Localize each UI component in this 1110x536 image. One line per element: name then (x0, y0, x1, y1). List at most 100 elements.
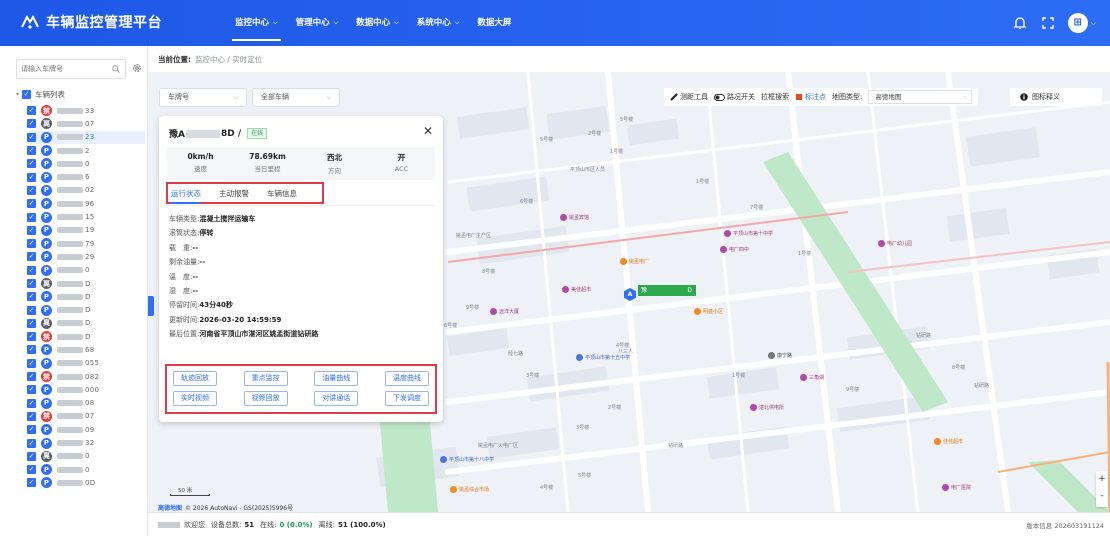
fullscreen-icon[interactable] (1040, 15, 1056, 31)
checkbox[interactable]: ✓ (27, 438, 36, 448)
map-poi[interactable]: 远洋大厦 (490, 308, 519, 315)
vehicle-list-item[interactable]: ✓ P 09 (27, 423, 145, 436)
checkbox[interactable]: ✓ (27, 451, 36, 461)
vehicle-list-item[interactable]: ✓ P 0 (27, 463, 145, 476)
nav-bigscreen[interactable]: 数据大屏 (468, 0, 520, 46)
range-select[interactable]: 全部车辆 ⌵ (252, 88, 340, 107)
vehicle-list-item[interactable]: ✓ P 055 (27, 357, 145, 370)
checkbox[interactable]: ✓ (27, 185, 36, 195)
ranging-tool[interactable]: 测距工具 (670, 92, 708, 102)
vehicle-list-item[interactable]: ✓ P 0 (27, 157, 145, 170)
checkbox[interactable]: ✓ (27, 372, 36, 382)
checkbox[interactable]: ✓ (27, 318, 36, 328)
zoom-in-button[interactable]: + (1096, 471, 1108, 488)
legend-button[interactable]: 图标释义 (1010, 88, 1102, 106)
tab-active-alarm[interactable]: 主动报警 (219, 188, 249, 199)
vehicle-list-item[interactable]: ✓ P 08 (27, 397, 145, 410)
vehicle-list-item[interactable]: ✓ P 0 (27, 264, 145, 277)
checkbox[interactable]: ✓ (27, 212, 36, 222)
map-poi[interactable]: 美佳超市 (562, 286, 591, 293)
map-poi[interactable]: 平顶山市第十五中学 (576, 354, 630, 361)
video-playback-button[interactable]: 视频回放 (243, 391, 288, 406)
nav-manage[interactable]: 管理中心 ⌵ (287, 0, 348, 46)
checkbox[interactable]: ✓ (27, 146, 36, 156)
checkbox[interactable]: ✓ (27, 332, 36, 342)
map-poi[interactable]: 湛北供电所 (750, 404, 784, 411)
vehicle-list-item[interactable]: ✓ 离 D (27, 317, 145, 330)
marker-tool[interactable]: 标注点 (795, 92, 826, 102)
breadcrumb-path[interactable]: 监控中心 / 实时定位 (195, 54, 262, 65)
map-poi[interactable]: 姚孟电厂 (620, 258, 649, 265)
map-poi[interactable]: 姚孟综合市场 (450, 486, 489, 493)
map-poi[interactable]: 佳佳超市 (934, 438, 963, 445)
vehicle-list-item[interactable]: ✓ 离 D (27, 277, 145, 290)
map-poi[interactable]: 电厂幼儿园 (878, 240, 912, 247)
zoom-out-button[interactable]: - (1096, 488, 1108, 505)
vehicle-list-item[interactable]: ✓ P 02 (27, 184, 145, 197)
road-toggle[interactable]: 路况开关 (714, 92, 755, 102)
checkbox[interactable]: ✓ (27, 411, 36, 421)
vehicle-list-item[interactable]: ✓ 禁 082 (27, 370, 145, 383)
map-poi[interactable]: 姚孟宾馆 (560, 214, 589, 221)
checkbox[interactable]: ✓ (27, 345, 36, 355)
nav-data[interactable]: 数据中心 ⌵ (347, 0, 408, 46)
vehicle-list-item[interactable]: ✓ 禁 33 (27, 104, 145, 117)
vehicle-list-item[interactable]: ✓ P 19 (27, 224, 145, 237)
panel-collapse-handle[interactable] (148, 296, 154, 316)
map-poi[interactable]: 三角湖 (800, 374, 824, 381)
caret-down-icon[interactable]: ▾ (16, 91, 19, 98)
map-poi[interactable]: 平顶山市第十中学 (724, 230, 773, 237)
vehicle-list-item[interactable]: ✓ P 96 (27, 197, 145, 210)
checkbox[interactable]: ✓ (27, 119, 36, 129)
nav-system[interactable]: 系统中心 ⌵ (408, 0, 469, 46)
checkbox[interactable]: ✓ (27, 425, 36, 435)
vehicle-list-item[interactable]: ✓ P 79 (27, 237, 145, 250)
search-icon[interactable] (112, 65, 120, 73)
checkbox[interactable]: ✓ (27, 265, 36, 275)
vehicle-list-item[interactable]: ✓ P 15 (27, 210, 145, 223)
checkbox[interactable]: ✓ (27, 305, 36, 315)
close-icon[interactable]: ✕ (423, 124, 433, 138)
checkbox[interactable]: ✓ (27, 252, 36, 262)
map-poi[interactable]: 电厂四中 (720, 246, 749, 253)
checkbox[interactable]: ✓ (27, 398, 36, 408)
vehicle-list-item[interactable]: ✓ 禁 D (27, 330, 145, 343)
checkbox[interactable]: ✓ (27, 279, 36, 288)
checkbox[interactable]: ✓ (27, 292, 36, 302)
tab-vehicle-info[interactable]: 车辆信息 (267, 188, 297, 199)
temperature-curve-button[interactable]: 温度曲线 (384, 371, 429, 386)
vehicle-list-item[interactable]: ✓ 离 0 (27, 450, 145, 463)
vehicle-list-item[interactable]: ✓ P D (27, 290, 145, 303)
vehicle-list-item[interactable]: ✓ P 32 (27, 436, 145, 449)
gear-icon[interactable] (132, 63, 142, 73)
pull-search[interactable]: 拉框搜索 (761, 92, 789, 102)
vehicle-list-item[interactable]: ✓ P 29 (27, 250, 145, 263)
bell-icon[interactable] (1012, 15, 1028, 31)
vehicle-marker-label[interactable]: 豫D (638, 285, 696, 296)
nav-monitor[interactable]: 监控中心 ⌵ (226, 0, 287, 46)
dispatch-button[interactable]: 下发调度 (384, 391, 429, 406)
checkbox[interactable]: ✓ (27, 159, 36, 169)
checkbox[interactable]: ✓ (27, 225, 36, 235)
live-video-button[interactable]: 实时视频 (173, 391, 217, 406)
checkbox[interactable]: ✓ (27, 358, 36, 368)
vehicle-list-item[interactable]: ✓ P 68 (27, 343, 145, 356)
map-poi[interactable]: 电厂医院 (942, 484, 971, 491)
tab-run-status[interactable]: 运行状态 (171, 188, 201, 204)
fuel-curve-button[interactable]: 油量曲线 (314, 371, 359, 386)
checkbox[interactable]: ✓ (27, 385, 36, 395)
checkbox[interactable]: ✓ (22, 90, 32, 99)
checkbox[interactable]: ✓ (27, 106, 36, 116)
search-input[interactable] (21, 60, 111, 78)
vehicle-list-item[interactable]: ✓ 禁 07 (27, 410, 145, 423)
vehicle-list-item[interactable]: ✓ P D (27, 303, 145, 316)
checkbox[interactable]: ✓ (27, 132, 36, 142)
map-poi[interactable]: 康宁路 (768, 352, 792, 359)
intercom-button[interactable]: 对讲通话 (314, 391, 359, 406)
map-type-select[interactable]: 高德地图 ⌵ (868, 90, 973, 104)
track-playback-button[interactable]: 轨迹回放 (173, 371, 217, 386)
user-menu[interactable]: ⊞ ⌵ (1067, 13, 1096, 33)
plate-select[interactable]: 车牌号 ⌵ (159, 88, 247, 107)
map-poi[interactable]: 明盛小区 (694, 308, 723, 315)
map-poi[interactable]: 平顶山市第十八中学 (440, 456, 494, 463)
